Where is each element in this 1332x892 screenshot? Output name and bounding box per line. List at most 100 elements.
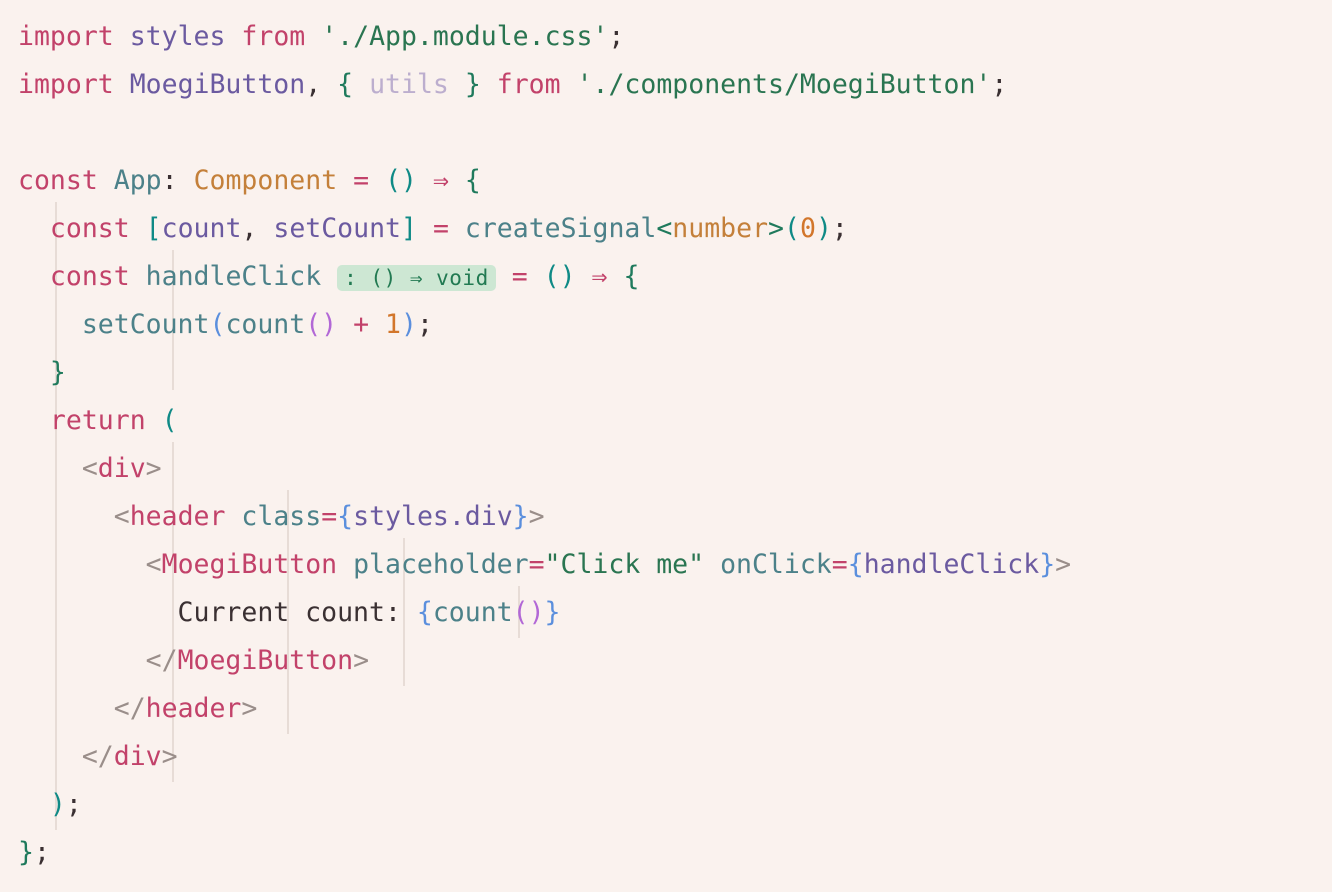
code-token: { [464, 165, 481, 196]
code-line[interactable]: setCount(count() + 1); [18, 301, 1332, 349]
code-line[interactable]: <header class={styles.div}> [18, 493, 1332, 541]
code-token: ⇒ [591, 261, 608, 292]
code-token: ⇒ [432, 165, 449, 196]
code-token: </ [113, 693, 146, 724]
code-token: { [337, 69, 354, 100]
code-token: { [847, 549, 864, 580]
code-token: Component [193, 165, 338, 196]
code-token: MoegiButton [129, 69, 306, 100]
code-token: handleClick [863, 549, 1040, 580]
code-token: ( [784, 213, 800, 244]
code-token: </ [145, 645, 178, 676]
code-token: count [161, 213, 242, 244]
code-token: > [528, 501, 545, 532]
code-line[interactable]: Current count: {count()} [18, 589, 1332, 637]
code-line[interactable]: return ( [18, 397, 1332, 445]
code-line[interactable]: }; [18, 829, 1332, 877]
code-token: ; [416, 309, 433, 340]
code-token: ( [209, 309, 226, 340]
code-token: () [543, 261, 576, 292]
code-editor[interactable]: import styles from './App.module.css'; im… [0, 0, 1332, 892]
code-token: ; [608, 21, 625, 52]
code-line[interactable]: import styles from './App.module.css'; [18, 13, 1332, 61]
code-token: ) [49, 789, 66, 820]
code-token: { [623, 261, 640, 292]
code-line[interactable] [18, 109, 1332, 157]
code-token: } [1039, 549, 1056, 580]
code-token: number [672, 213, 769, 244]
code-token: = [528, 549, 545, 580]
code-line[interactable]: <MoegiButton placeholder="Click me" onCl… [18, 541, 1332, 589]
code-line[interactable]: import MoegiButton, { utils } from './co… [18, 61, 1332, 109]
code-token: styles.div [353, 501, 513, 532]
code-line[interactable]: <div> [18, 445, 1332, 493]
code-token: MoegiButton [177, 645, 354, 676]
code-token: < [81, 453, 98, 484]
code-line[interactable]: const handleClick : () ⇒ void = () ⇒ { [18, 253, 1332, 301]
code-line[interactable]: </header> [18, 685, 1332, 733]
code-token: createSignal [464, 213, 657, 244]
code-token: } [464, 69, 481, 100]
code-token: < [113, 501, 130, 532]
code-token: div [97, 453, 146, 484]
code-line[interactable]: ); [18, 781, 1332, 829]
code-token: header [145, 693, 242, 724]
code-token: ; [991, 69, 1008, 100]
code-token: } [49, 357, 66, 388]
code-content[interactable]: import styles from './App.module.css'; im… [0, 0, 1332, 877]
code-token: ; [65, 789, 82, 820]
code-token: </ [81, 741, 114, 772]
code-token: from [241, 21, 306, 52]
code-token: () [512, 597, 545, 628]
code-token: > [161, 741, 178, 772]
code-token: return [49, 405, 146, 436]
code-token: 1 [385, 309, 402, 340]
code-token: < [656, 213, 673, 244]
code-line[interactable]: } [18, 349, 1332, 397]
code-token: MoegiButton [161, 549, 338, 580]
code-token: } [18, 837, 34, 868]
code-token: < [145, 549, 162, 580]
code-token: () [385, 165, 417, 196]
code-line[interactable]: const App: Component = () ⇒ { [18, 157, 1332, 205]
code-token: = [321, 501, 338, 532]
code-token: ) [401, 309, 417, 340]
code-line[interactable]: </MoegiButton> [18, 637, 1332, 685]
code-token: Current count: [177, 597, 417, 628]
code-token: = [831, 549, 848, 580]
code-token: ; [831, 213, 848, 244]
code-line[interactable]: const [count, setCount] = createSignal<n… [18, 205, 1332, 253]
code-token: handleClick [145, 261, 322, 292]
code-token: > [145, 453, 162, 484]
code-token: App [113, 165, 162, 196]
code-token: [ [145, 213, 162, 244]
code-token: > [1055, 549, 1072, 580]
code-line[interactable]: </div> [18, 733, 1332, 781]
code-token: = [432, 213, 449, 244]
